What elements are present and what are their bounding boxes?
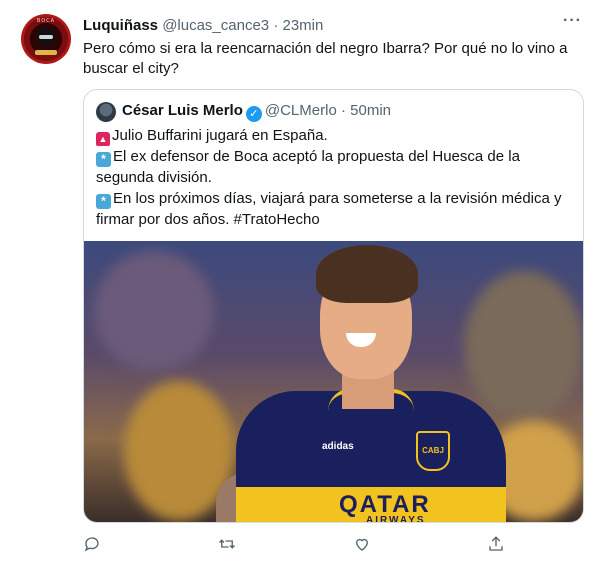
- like-icon[interactable]: [353, 535, 377, 559]
- quoted-tweet[interactable]: César Luis Merlo ✓ @CLMerlo · 50min ▲ Julio…: [83, 89, 584, 523]
- siren-icon: ▲: [96, 132, 110, 146]
- tweet-text: Pero cómo si era la reencarnación del ne…: [83, 40, 568, 77]
- verified-badge-icon: ✓: [245, 106, 262, 122]
- more-horizontal-icon[interactable]: ···: [563, 12, 582, 30]
- avatar-decoration: [35, 50, 57, 55]
- tweet-header: Luquiñass @lucas_cance3 · 23min: [83, 16, 580, 38]
- quoted-line-2: * El ex defensor de Boca aceptó la propue…: [96, 146, 574, 188]
- author-handle[interactable]: @lucas_cance3: [162, 17, 269, 34]
- separator-dot: ·: [273, 17, 279, 34]
- separator-dot: ·: [340, 102, 346, 119]
- quoted-line-3-text: En los próximos días, viajará para somet…: [96, 190, 562, 228]
- author-avatar[interactable]: BOCA: [21, 14, 71, 64]
- quoted-line-1-text: Julio Buffarini jugará en España.: [112, 127, 328, 144]
- quoted-line-3: * En los próximos días, viajará para some…: [96, 188, 574, 230]
- retweet-icon[interactable]: [218, 535, 242, 559]
- tweet-time[interactable]: 23min: [283, 17, 324, 34]
- club-badge: CABJ: [416, 431, 450, 471]
- quoted-photo[interactable]: adidas CABJ QATAR AIRWAYS: [84, 241, 583, 523]
- tweet-actions: [83, 535, 523, 559]
- avatar-mask: [39, 35, 53, 39]
- crowd-blur: [464, 271, 583, 421]
- author-name[interactable]: Luquiñass: [83, 17, 158, 34]
- shirt-brand: adidas: [322, 441, 354, 452]
- crowd-blur: [94, 251, 214, 371]
- share-icon[interactable]: [487, 535, 511, 559]
- quoted-time: 50min: [350, 102, 391, 119]
- quoted-author-handle: @CLMerlo: [264, 102, 337, 119]
- asterisk-icon: *: [96, 194, 111, 209]
- quoted-header: César Luis Merlo ✓ @CLMerlo · 50min: [122, 101, 391, 122]
- player-hair: [316, 245, 418, 303]
- quoted-line-2-text: El ex defensor de Boca aceptó la propues…: [96, 148, 520, 186]
- quoted-author-avatar: [96, 102, 116, 122]
- tweet-card[interactable]: BOCA Luquiñass @lucas_cance3 · 23min ···…: [0, 0, 600, 566]
- quoted-line-1: ▲ Julio Buffarini jugará en España.: [96, 125, 574, 146]
- shirt-sponsor-sub: AIRWAYS: [366, 515, 426, 523]
- reply-icon[interactable]: [83, 535, 107, 559]
- asterisk-icon: *: [96, 152, 111, 167]
- quoted-text: ▲ Julio Buffarini jugará en España. * El e…: [96, 125, 574, 230]
- avatar-logo-text: BOCA: [36, 18, 56, 24]
- quoted-author-name: César Luis Merlo: [122, 102, 243, 119]
